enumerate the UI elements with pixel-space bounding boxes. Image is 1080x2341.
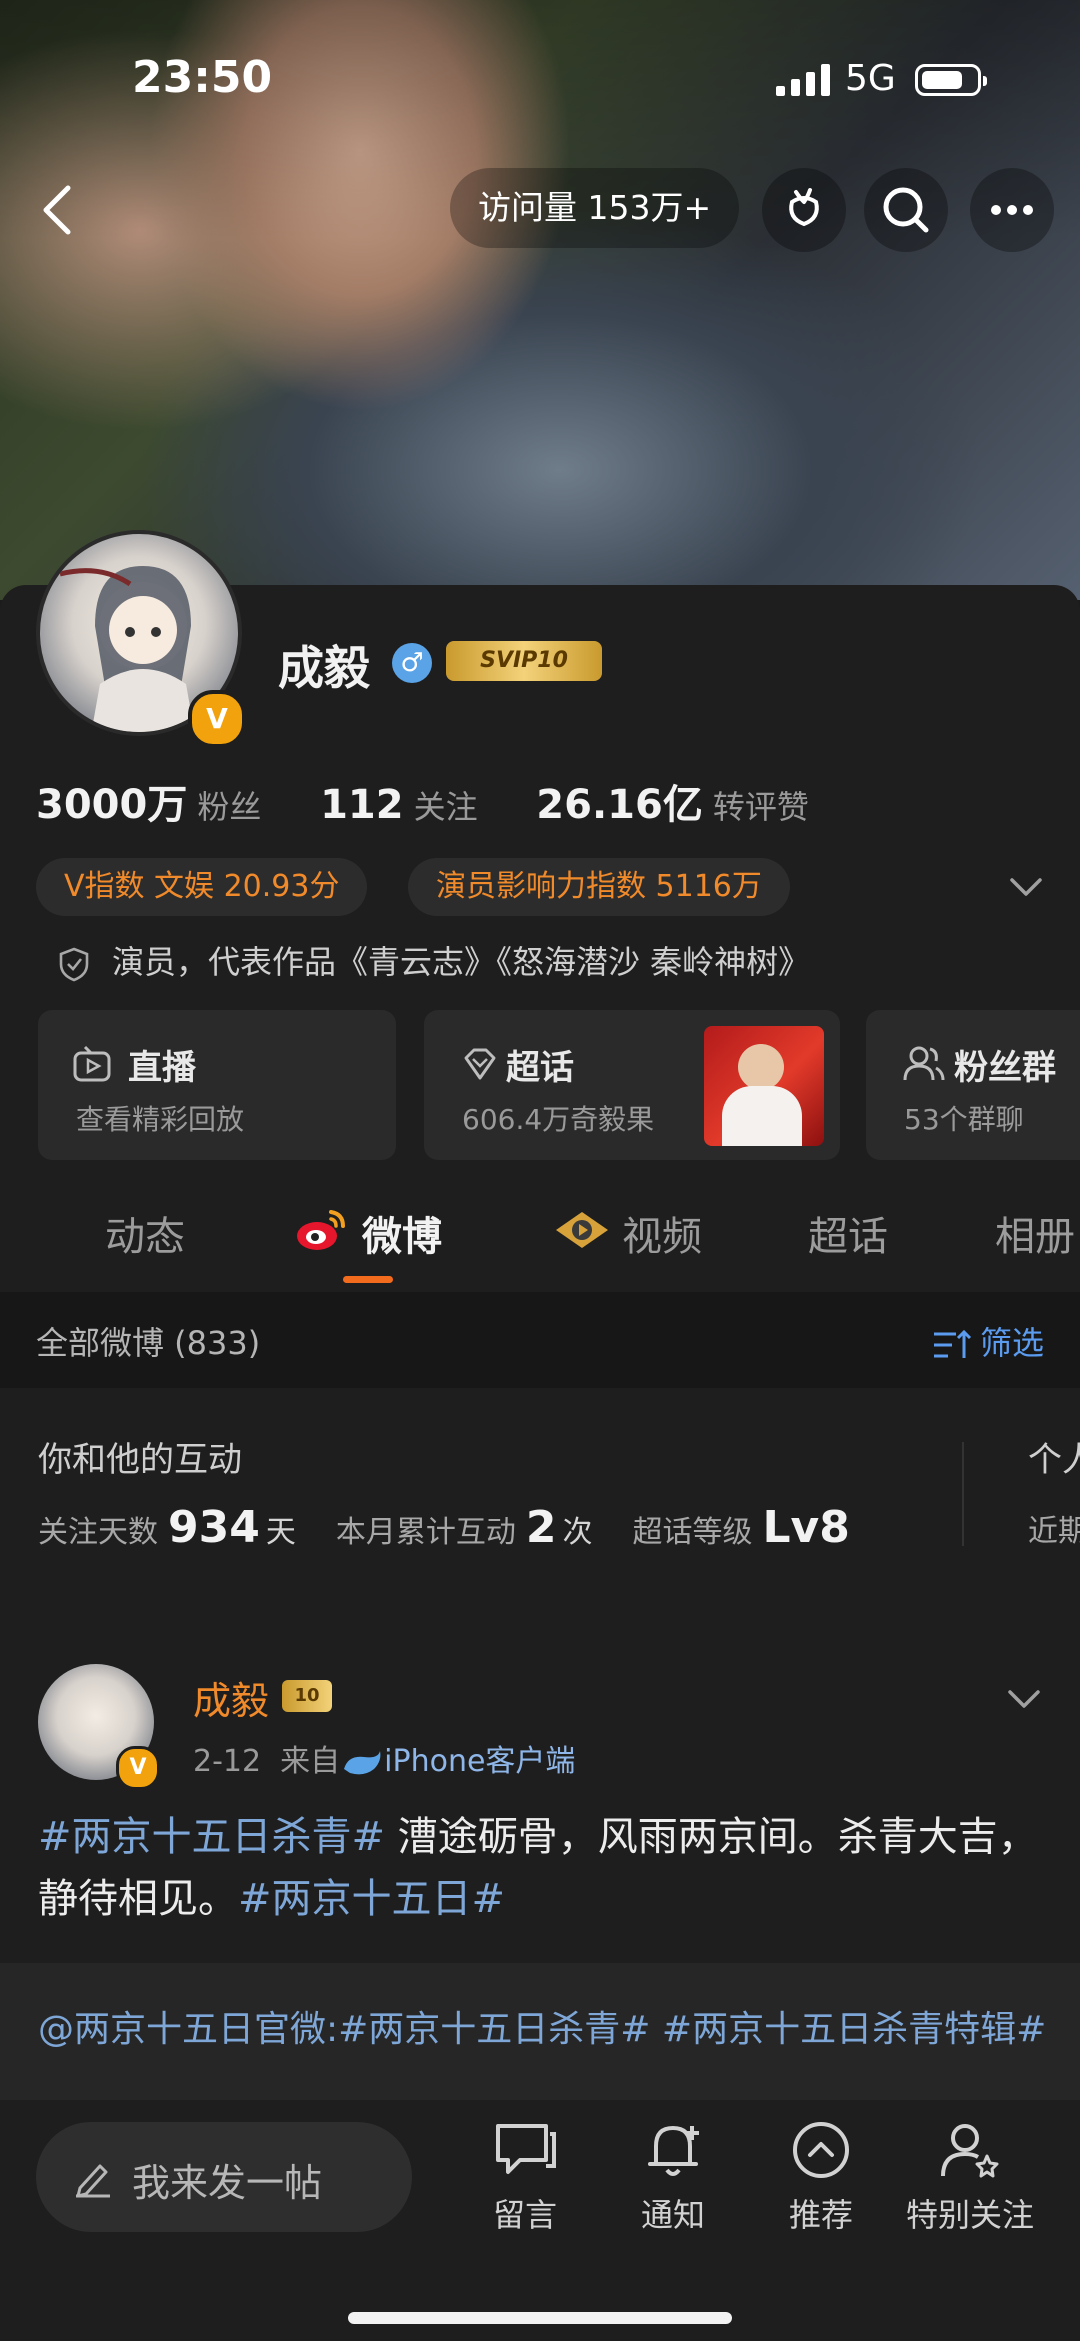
compose-label: 我来发一帖 [132,2161,323,2205]
filter-icon [933,1329,972,1358]
post-hashtag-2[interactable]: #两京十五日# [238,1876,505,1922]
tab-video[interactable]: 视频 [622,1204,702,1262]
tab-weibo[interactable]: 微博 [362,1204,442,1262]
follow-days: 934 [168,1502,260,1553]
repost-text[interactable]: @两京十五日官微:#两京十五日杀青# #两京十五日杀青特辑# [38,2001,1048,2059]
stat-following[interactable]: 112 关注 [320,782,524,828]
v-index-pill[interactable]: V指数 文娱 20.93分 [36,858,368,916]
profile-stats: 3000万 粉丝 112 关注 26.16亿 转评赞 [36,772,855,830]
post-author[interactable]: 成毅 [193,1670,269,1725]
whale-icon [344,1750,381,1774]
post-verified-badge: V [116,1746,160,1790]
user-star-icon [941,2124,999,2178]
card-live-sub: 查看精彩回放 [76,1103,245,1136]
compose-button[interactable]: 我来发一帖 [36,2122,412,2232]
monthly-interactions: 2 [525,1502,557,1553]
male-icon: ♂ [392,643,432,683]
tab-album[interactable]: 相册 [995,1204,1075,1262]
top-nav: 访问量 153万+ [0,168,1080,252]
post-date: 2-12 [193,1744,262,1779]
stat-fans[interactable]: 3000万 粉丝 [36,782,307,828]
post-card[interactable]: V 成毅 10 2-12 来自 iPhone客户端 #两京十五日杀青# 漕途砺骨，… [0,1620,1080,1960]
stat-likes[interactable]: 26.16亿 转评赞 [536,782,855,828]
gift-icon [789,188,819,227]
svip-badge[interactable]: SVIP10 [446,641,602,681]
card-supertopic-sub: 606.4万奇毅果 [462,1103,655,1136]
active-tab-indicator [343,1276,393,1283]
message-button[interactable]: 留言 [450,2118,600,2236]
all-posts-count[interactable]: 全部微博 (833) [36,1318,260,1364]
influence-index-pill[interactable]: 演员影响力指数 5116万 [408,858,790,916]
people-icon [903,1046,945,1081]
repost-block[interactable]: @两京十五日官微:#两京十五日杀青# #两京十五日杀青特辑# [0,1963,1080,2103]
profile-name: 成毅 [278,641,370,695]
post-hashtag[interactable]: #两京十五日杀青# [38,1814,385,1860]
divider [962,1442,964,1546]
post-meta: 2-12 来自 iPhone客户端 [193,1744,576,1779]
post-source: iPhone客户端 [384,1744,576,1779]
bell-icon [648,2126,699,2176]
more-icon [991,205,1033,215]
bio-text: 演员，代表作品《青云志》《怒海潜沙 秦岭神树》 [112,943,811,981]
interaction-title: 你和他的互动 [38,1440,242,1480]
post-vip-crown-icon: 10 [282,1680,332,1712]
battery-icon [915,64,987,96]
post-text: #两京十五日杀青# 漕途砺骨，风雨两京间。杀青大吉，静待相见。#两京十五日# [38,1814,1038,1922]
pencil-icon [76,2164,110,2198]
card-fan-group-sub: 53个群聊 [904,1103,1024,1136]
special-follow-button[interactable]: 特别关注 [895,2118,1045,2236]
bottom-bar: 我来发一帖 留言 通知 推荐 特别关注 [0,2100,1080,2341]
card-fan-group[interactable]: 粉丝群 53个群聊 [866,1010,1080,1160]
post-options-chevron-icon[interactable] [1006,1684,1042,1714]
gift-button[interactable] [762,168,846,252]
diamond-icon [464,1048,496,1080]
status-bar: 23:50 5G [0,52,1080,112]
signal-icon [776,64,830,96]
interaction-panel[interactable]: 你和他的互动 关注天数 934 天本月累计互动 2 次超话等级 Lv8 个人 近期 [0,1392,1080,1588]
profile-tabs: 动态 微博 视频 超话 相册 [0,1190,1080,1290]
back-arrow-icon[interactable] [30,180,90,240]
chevron-up-circle-icon [793,2122,849,2178]
tab-supertopic[interactable]: 超话 [808,1204,888,1262]
shield-icon [59,947,89,982]
tab-feed[interactable]: 动态 [105,1204,185,1262]
interaction-next-title: 个人 [1028,1440,1080,1480]
card-supertopic[interactable]: 超话 606.4万奇毅果 [424,1010,840,1160]
weibo-logo-icon [297,1210,345,1250]
network-type: 5G [845,58,896,99]
interaction-next-sub: 近期 [1028,1514,1080,1549]
supertopic-level: Lv8 [762,1502,850,1553]
comment-icon [496,2124,556,2174]
card-live-title: 直播 [128,1048,196,1088]
notify-button[interactable]: 通知 [598,2118,748,2236]
card-live[interactable]: 直播 查看精彩回放 [38,1010,396,1160]
verified-badge: V [188,690,246,748]
status-time: 23:50 [132,52,273,103]
recommend-button[interactable]: 推荐 [746,2118,896,2236]
chevron-down-icon[interactable] [1008,872,1044,902]
interaction-stats: 关注天数 934 天本月累计互动 2 次超话等级 Lv8 [38,1502,850,1553]
search-icon [883,187,929,233]
more-button[interactable] [970,168,1054,252]
visit-count[interactable]: 访问量 153万+ [450,168,740,248]
search-button[interactable] [864,168,948,252]
filter-button[interactable]: 筛选 [932,1318,1044,1364]
supertopic-thumbnail [704,1026,824,1146]
feed-header: 全部微博 (833) 筛选 [0,1292,1080,1388]
home-indicator [348,2312,732,2324]
video-icon [556,1212,608,1248]
bio: 演员，代表作品《青云志》《怒海潜沙 秦岭神树》 [56,937,810,983]
card-fan-group-title: 粉丝群 [954,1048,1056,1088]
tv-icon [73,1045,111,1082]
card-supertopic-title: 超话 [506,1048,574,1088]
